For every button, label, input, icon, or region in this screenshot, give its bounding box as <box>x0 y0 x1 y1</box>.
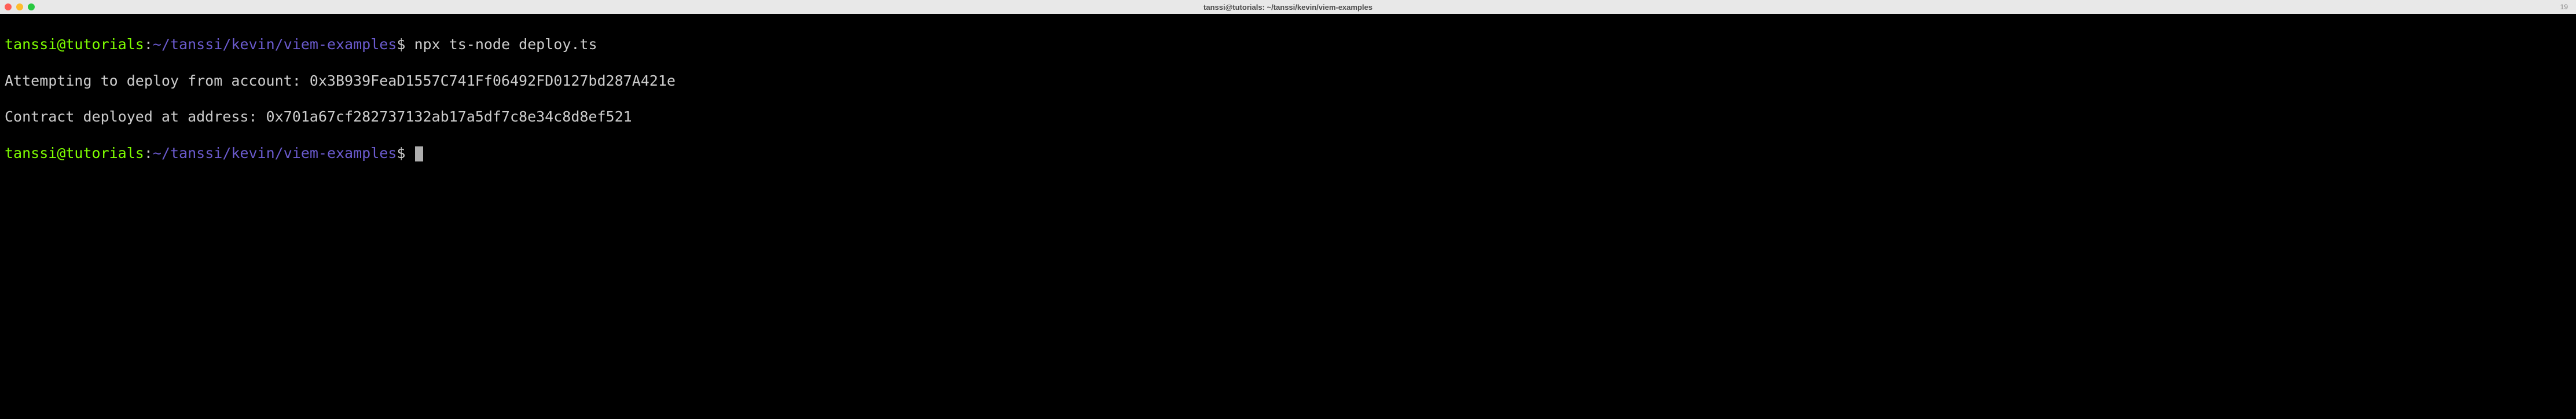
prompt-host: tutorials <box>65 145 144 161</box>
window-title: tanssi@tutorials: ~/tanssi/kevin/viem-ex… <box>1203 3 1373 12</box>
terminal-line: tanssi@tutorials:~/tanssi/kevin/viem-exa… <box>5 35 2571 53</box>
prompt-user: tanssi <box>5 36 57 53</box>
close-button[interactable] <box>5 3 12 10</box>
prompt-at: @ <box>57 145 65 161</box>
prompt-path: ~/tanssi/kevin/viem-examples <box>153 36 397 53</box>
prompt-colon: : <box>144 36 153 53</box>
prompt-colon: : <box>144 145 153 161</box>
prompt-user: tanssi <box>5 145 57 161</box>
cursor <box>415 146 423 161</box>
terminal-output-line: Contract deployed at address: 0x701a67cf… <box>5 108 2571 126</box>
terminal-area[interactable]: tanssi@tutorials:~/tanssi/kevin/viem-exa… <box>0 14 2576 419</box>
prompt-dollar: $ <box>397 36 405 53</box>
maximize-button[interactable] <box>28 3 35 10</box>
command-text: npx ts-node deploy.ts <box>405 36 597 53</box>
minimize-button[interactable] <box>16 3 23 10</box>
window-controls <box>5 3 35 10</box>
prompt-path: ~/tanssi/kevin/viem-examples <box>153 145 397 161</box>
prompt-host: tutorials <box>65 36 144 53</box>
prompt-at: @ <box>57 36 65 53</box>
titlebar: tanssi@tutorials: ~/tanssi/kevin/viem-ex… <box>0 0 2576 14</box>
right-indicator: 19 <box>2560 3 2571 11</box>
prompt-dollar: $ <box>397 145 405 161</box>
terminal-line: tanssi@tutorials:~/tanssi/kevin/viem-exa… <box>5 144 2571 162</box>
terminal-output-line: Attempting to deploy from account: 0x3B9… <box>5 72 2571 90</box>
